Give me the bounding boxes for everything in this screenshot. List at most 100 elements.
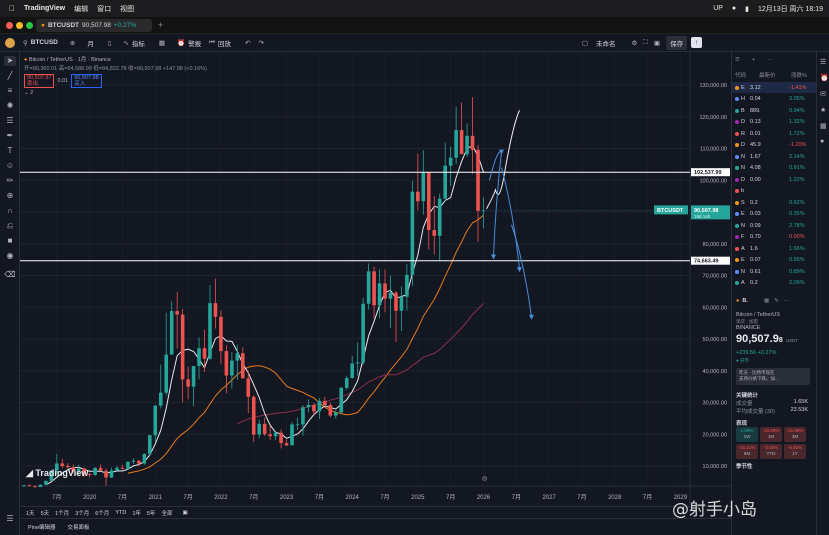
date-range-icon[interactable]: ▣ (182, 510, 187, 516)
perf-cell[interactable]: -3.50% YTD (760, 444, 782, 459)
pine-editor-tab[interactable]: Pine编辑器 (28, 523, 56, 531)
layout-icon[interactable]: ▢ (582, 39, 588, 47)
legend-title[interactable]: Bitcoin / TetherUS · 1月 · Binance (29, 57, 111, 63)
perf-cell[interactable]: -16.21% 6M (736, 444, 758, 459)
watchlist-row[interactable]: D 45.9 -1.20% (732, 140, 829, 151)
zoom-window-button[interactable] (26, 22, 33, 29)
tab-btcusdt[interactable]: ● BTCUSDT 90,507.98 +0.27% (36, 19, 152, 32)
replay-icon[interactable]: ⏮ (209, 39, 215, 47)
alert-button[interactable]: 警报 (188, 38, 201, 48)
indicators-icon[interactable]: ∿ (123, 39, 128, 47)
watchlist-row[interactable]: F 0.70 0.00% (732, 232, 829, 243)
indicators-button[interactable]: 指标 (132, 38, 145, 48)
range-7[interactable]: 5年 (147, 509, 156, 517)
brush-icon[interactable]: ✒ (4, 131, 16, 141)
watchlist-row[interactable]: N 1.67 2.14% (732, 151, 829, 162)
range-4[interactable]: 6个月 (95, 509, 109, 517)
wifi-icon[interactable]: ● (732, 5, 736, 12)
chat-icon[interactable]: ✉ (820, 90, 826, 98)
zoom-in-icon[interactable]: ⊕ (4, 191, 16, 201)
layout-name[interactable]: 未命名 (596, 38, 616, 48)
notifications-icon[interactable]: ● (820, 138, 824, 145)
col-change[interactable]: 涨跌% (791, 71, 807, 79)
alerts-icon[interactable]: ⏰ (820, 74, 829, 82)
app-menu[interactable]: TradingView (24, 5, 65, 12)
watchlist-icon[interactable]: ☰ (820, 58, 826, 66)
range-5[interactable]: YTD (115, 510, 126, 516)
menu-window[interactable]: 窗口 (97, 4, 111, 14)
menu-edit[interactable]: 编辑 (74, 4, 88, 14)
menu-view[interactable]: 视图 (120, 4, 134, 14)
range-1[interactable]: 5天 (41, 509, 50, 517)
col-price[interactable]: 最新价 (759, 71, 776, 79)
watchlist-row[interactable]: R 0.01 1.72% (732, 128, 829, 139)
chart-area[interactable]: 7月 2020 7月 2021 7月 2022 7月 2023 7月 2024 7月 2025 7月 20… (20, 52, 731, 535)
news-card[interactable]: 昨天 · 比特币现在 支持价格下跌。加... (736, 368, 810, 385)
templates-icon[interactable]: ▦ (159, 39, 165, 47)
watchlist-row[interactable]: A 1.6 1.66% (732, 243, 829, 254)
publish-button[interactable]: ↑ (691, 37, 703, 48)
col-symbol[interactable]: 代码 (735, 71, 746, 79)
alert-icon[interactable]: ⏰ (177, 39, 185, 47)
search-icon[interactable]: ⚲ (23, 39, 28, 47)
redo-icon[interactable]: ↷ (258, 39, 263, 47)
save-button[interactable]: 保存 (666, 35, 688, 50)
perf-cell[interactable]: -6.92% 1Y (784, 444, 806, 459)
ideas-icon[interactable]: ★ (820, 106, 826, 114)
fib-icon[interactable]: ☰ (4, 116, 16, 126)
settings-icon[interactable]: ⚙ (632, 39, 638, 47)
menubar-datetime[interactable]: 12月13日 周六 18:19 (758, 4, 823, 14)
object-tree-icon[interactable]: ☰ (4, 514, 16, 524)
symbol-search[interactable]: BTCUSD (31, 39, 58, 46)
range-3[interactable]: 3个月 (75, 509, 89, 517)
text-icon[interactable]: T (4, 146, 16, 156)
horizontal-lines-icon[interactable]: ≡ (4, 86, 16, 96)
new-tab-icon[interactable]: + (158, 20, 163, 30)
watchlist-list-icon[interactable]: ☰ (735, 57, 740, 63)
battery-icon[interactable]: ▮ (745, 5, 749, 13)
avatar[interactable] (5, 37, 15, 48)
watchlist-row[interactable]: D 0.00 1.22% (732, 174, 829, 185)
range-8[interactable]: 全部 (161, 509, 172, 517)
pattern-icon[interactable]: ✺ (4, 101, 16, 111)
fullscreen-icon[interactable]: ⛶ (643, 39, 648, 47)
watchlist-row[interactable]: N 0.61 0.89% (732, 266, 829, 277)
range-2[interactable]: 1个月 (55, 509, 69, 517)
emoji-icon[interactable]: ☺ (4, 161, 16, 171)
watchlist-row[interactable]: E 0.03 0.35% (732, 209, 829, 220)
details-grid-icon[interactable]: ▦ (764, 298, 769, 304)
watchlist-row[interactable]: E 0.07 0.55% (732, 255, 829, 266)
perf-cell[interactable]: -21.68% 3M (784, 427, 806, 442)
watchlist-row[interactable]: A 0.2 2.09% (732, 278, 829, 289)
ruler-icon[interactable]: ✏ (4, 176, 16, 186)
lock-icon[interactable]: ■ (4, 236, 16, 246)
close-window-button[interactable] (6, 22, 13, 29)
calendar-icon[interactable]: ▦ (820, 122, 827, 130)
lock-drawings-icon[interactable]: ⎌ (4, 221, 16, 231)
trading-panel-tab[interactable]: 交易面板 (68, 523, 90, 531)
details-edit-icon[interactable]: ✎ (774, 298, 779, 304)
watchlist-row[interactable]: E 3.12 -1.41% (732, 82, 829, 93)
sell-box[interactable]: 90,507.97 卖出 (24, 74, 55, 88)
apple-icon[interactable]:  (9, 4, 15, 13)
range-6[interactable]: 1年 (132, 509, 141, 517)
status-up[interactable]: UP (713, 5, 723, 12)
range-0[interactable]: 1天 (26, 509, 35, 517)
camera-icon[interactable]: ▣ (654, 39, 660, 47)
perf-cell[interactable]: -10.59% 1M (760, 427, 782, 442)
watchlist-row[interactable]: B 889. 0.94% (732, 105, 829, 116)
trash-icon[interactable]: ⌫ (4, 270, 16, 280)
buy-box[interactable]: 90,507.98 买入 (71, 74, 102, 88)
details-symbol[interactable]: B. (742, 298, 748, 304)
minimize-window-button[interactable] (16, 22, 23, 29)
undo-icon[interactable]: ↶ (245, 39, 250, 47)
add-symbol-icon[interactable]: ⊕ (70, 39, 75, 47)
perf-cell[interactable]: 1.09% 1W (736, 427, 758, 442)
price-chart[interactable]: 7月 2020 7月 2021 7月 2022 7月 2023 7月 2024 7月 2025 7月 20… (20, 52, 731, 506)
watchlist-row[interactable]: N 0.09 2.78% (732, 220, 829, 231)
watchlist-add-icon[interactable]: + (752, 57, 755, 63)
watchlist-row[interactable]: b (732, 186, 829, 197)
details-more-icon[interactable]: ⋯ (784, 298, 790, 304)
legend-extra[interactable]: ⌄ 2 (24, 90, 207, 96)
cursor-icon[interactable]: ➤ (4, 56, 16, 66)
